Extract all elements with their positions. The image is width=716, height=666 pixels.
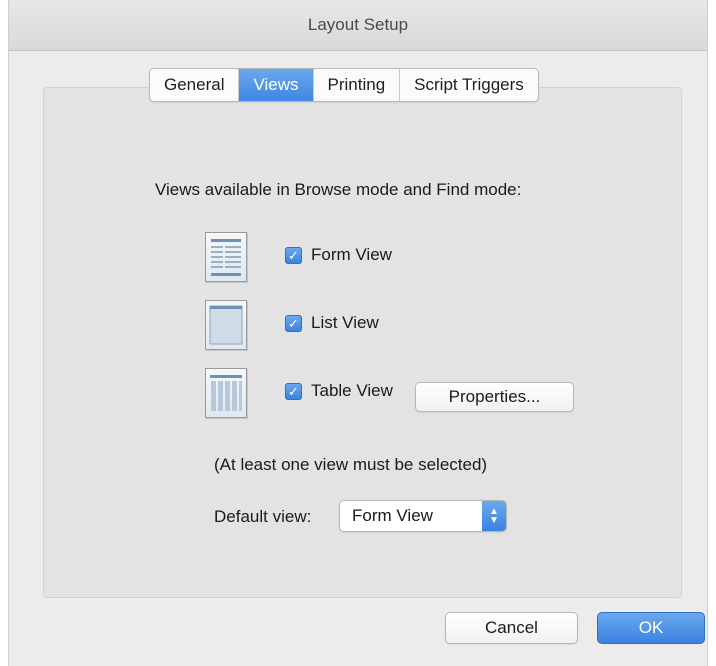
table-view-label: Table View <box>311 381 393 400</box>
form-view-label: Form View <box>311 245 392 264</box>
properties-button[interactable]: Properties... <box>415 382 574 412</box>
default-view-label: Default view: <box>214 507 312 526</box>
cancel-button[interactable]: Cancel <box>445 612 578 644</box>
tab-bar: General Views Printing Script Triggers <box>149 68 539 102</box>
ok-button[interactable]: OK <box>597 612 705 644</box>
tab-general[interactable]: General <box>150 69 240 101</box>
list-view-checkbox[interactable]: ✓ <box>285 315 302 332</box>
window-title: Layout Setup <box>9 0 707 51</box>
tab-printing[interactable]: Printing <box>314 69 401 101</box>
list-view-label: List View <box>311 313 379 332</box>
default-view-select[interactable]: Form View ▲ ▼ <box>339 500 507 532</box>
default-view-value: Form View <box>352 506 433 525</box>
selection-note: (At least one view must be selected) <box>214 455 488 474</box>
select-stepper-icon: ▲ ▼ <box>482 501 506 531</box>
tab-views[interactable]: Views <box>239 69 314 101</box>
list-view-icon <box>205 300 247 350</box>
tab-script-triggers[interactable]: Script Triggers <box>400 69 538 101</box>
form-view-checkbox[interactable]: ✓ <box>285 247 302 264</box>
table-view-checkbox[interactable]: ✓ <box>285 383 302 400</box>
layout-setup-dialog: Layout Setup General Views Printing Scri… <box>8 0 708 666</box>
views-heading: Views available in Browse mode and Find … <box>155 180 522 199</box>
form-view-icon <box>205 232 247 282</box>
table-view-icon <box>205 368 247 418</box>
